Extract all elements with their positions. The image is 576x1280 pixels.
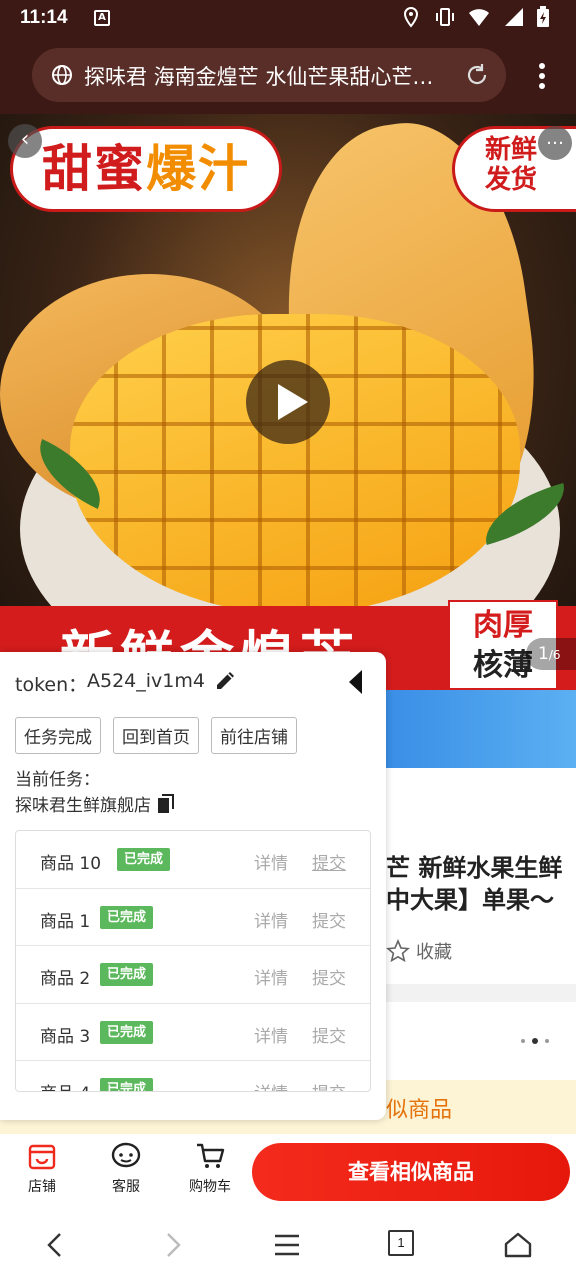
- notification-a-icon: A: [94, 10, 110, 26]
- list-item: 商品 1 已完成 详情 提交: [16, 889, 370, 946]
- task-item-list: 商品 10 已完成 详情 提交 商品 1 已完成 详情 提交 商品 2 已完成 …: [15, 830, 371, 1092]
- item-name: 商品 2: [40, 969, 91, 989]
- service-label: 客服: [112, 1179, 140, 1195]
- badge-fresh-line2: 发货: [485, 165, 538, 195]
- nav-back-icon[interactable]: [40, 1230, 70, 1260]
- store-button[interactable]: 店铺: [12, 1140, 72, 1196]
- back-home-button[interactable]: 回到首页: [113, 717, 199, 754]
- bottom-action-bar: 店铺 客服 购物车 查看相似商品: [0, 1134, 576, 1210]
- task-panel: token： A524_iv1m4 任务完成 回到首页 前往店铺 当前任务： 探…: [0, 652, 386, 1120]
- overflow-menu-icon[interactable]: [538, 62, 546, 90]
- view-similar-button[interactable]: 查看相似商品: [252, 1143, 570, 1201]
- badge-sweet-b: 爆汁: [146, 140, 250, 198]
- list-item: 商品 3 已完成 详情 提交: [16, 1004, 370, 1061]
- submit-link[interactable]: 提交: [312, 1022, 346, 1047]
- favorite-button[interactable]: 收藏: [386, 938, 452, 964]
- collapse-panel-icon[interactable]: [346, 668, 366, 696]
- page-total: /6: [548, 648, 561, 662]
- status-badge: 已完成: [100, 1078, 154, 1091]
- detail-link[interactable]: 详情: [254, 964, 288, 989]
- detail-link[interactable]: 详情: [254, 1022, 288, 1047]
- list-item: 商品 2 已完成 详情 提交: [16, 946, 370, 1004]
- submit-link[interactable]: 提交: [312, 964, 346, 989]
- item-name: 商品 10: [40, 854, 102, 874]
- status-badge: 已完成: [100, 1020, 154, 1044]
- detail-link[interactable]: 详情: [254, 849, 288, 874]
- current-task-value: 探味君生鲜旗舰店: [15, 796, 151, 816]
- cart-button[interactable]: 购物车: [180, 1140, 240, 1196]
- browser-toolbar: 探味君 海南金煌芒 水仙芒果甜心芒果 新鲜水果生鲜: [0, 36, 576, 114]
- nav-menu-icon[interactable]: [272, 1230, 302, 1260]
- submit-link[interactable]: 提交: [312, 1079, 346, 1091]
- address-bar[interactable]: 探味君 海南金煌芒 水仙芒果甜心芒果 新鲜水果生鲜: [32, 48, 506, 102]
- back-icon[interactable]: ‹: [8, 124, 42, 158]
- carousel-dots-icon: [521, 1038, 549, 1044]
- status-badge: 已完成: [100, 905, 154, 929]
- sweet-juicy-badge: 甜蜜爆汁: [10, 126, 282, 212]
- cart-label: 购物车: [189, 1179, 231, 1195]
- list-item: 商品 10 已完成 详情 提交: [16, 831, 370, 889]
- status-badge: 已完成: [100, 963, 154, 986]
- current-task: 探味君生鲜旗舰店: [15, 791, 175, 816]
- similar-strip-text: 似商品: [386, 1098, 453, 1123]
- go-store-button[interactable]: 前往店铺: [211, 717, 297, 754]
- mango-cut-image: [70, 314, 520, 614]
- token-value: A524_iv1m4: [87, 670, 205, 692]
- detail-link[interactable]: 详情: [254, 1079, 288, 1091]
- play-icon: [278, 384, 308, 420]
- signal-icon: [502, 6, 524, 28]
- vibrate-icon: [434, 6, 456, 28]
- nav-tabs-icon[interactable]: 1: [388, 1230, 418, 1260]
- wifi-icon: [468, 6, 490, 28]
- item-name: 商品 1: [40, 911, 91, 932]
- page-current: 1: [538, 644, 549, 664]
- copy-icon[interactable]: [157, 793, 175, 814]
- promo-strip: [386, 690, 576, 768]
- store-label: 店铺: [28, 1179, 56, 1195]
- item-name: 商品 3: [40, 1026, 91, 1047]
- product-title: 芒 新鲜水果生鲜 中大果】单果〜: [386, 852, 576, 916]
- battery-icon: [536, 6, 558, 28]
- service-button[interactable]: 客服: [96, 1140, 156, 1196]
- globe-icon: [50, 63, 74, 87]
- item-name: 商品 4: [40, 1079, 90, 1091]
- list-item: 商品 4 已完成 详情 提交: [16, 1061, 370, 1091]
- tab-count: 1: [388, 1230, 414, 1256]
- product-title-line1: 芒 新鲜水果生鲜: [386, 854, 563, 882]
- cart-icon: [197, 1143, 225, 1168]
- edit-pencil-icon[interactable]: [214, 668, 238, 692]
- product-info-card: 芒 新鲜水果生鲜 中大果】单果〜 收藏: [386, 768, 576, 984]
- location-icon: [400, 6, 422, 28]
- product-title-line2: 中大果】单果〜: [386, 886, 554, 914]
- customer-service-icon: [111, 1142, 141, 1168]
- reload-icon[interactable]: [464, 62, 490, 88]
- nav-home-icon[interactable]: [503, 1230, 533, 1260]
- status-badge: 已完成: [117, 848, 171, 871]
- star-icon: [386, 939, 410, 963]
- status-time: 11:14: [20, 7, 68, 28]
- nav-forward-icon[interactable]: [158, 1230, 188, 1260]
- badge-sweet-a: 甜蜜: [42, 140, 146, 198]
- submit-link[interactable]: 提交: [312, 907, 346, 932]
- product-hero-image[interactable]: 甜蜜爆汁 新鲜 发货 ‹ … 新鲜金煌芒 肉厚 核薄 1/6: [0, 114, 576, 690]
- task-complete-button[interactable]: 任务完成: [15, 717, 101, 754]
- token-label: token：: [15, 674, 88, 696]
- image-page-indicator: 1/6: [526, 638, 576, 670]
- current-task-label: 当前任务：: [15, 770, 100, 790]
- option-card[interactable]: [386, 1002, 576, 1080]
- store-icon: [28, 1144, 56, 1170]
- detail-link[interactable]: 详情: [254, 907, 288, 932]
- url-title: 探味君 海南金煌芒 水仙芒果甜心芒果 新鲜水果生鲜: [84, 65, 454, 89]
- more-icon[interactable]: …: [538, 126, 572, 160]
- play-video-button[interactable]: [246, 360, 330, 444]
- status-bar: 11:14 A: [0, 0, 576, 36]
- submit-link[interactable]: 提交: [312, 849, 346, 874]
- favorite-label: 收藏: [416, 942, 452, 963]
- browser-nav-bar: 1: [0, 1210, 576, 1280]
